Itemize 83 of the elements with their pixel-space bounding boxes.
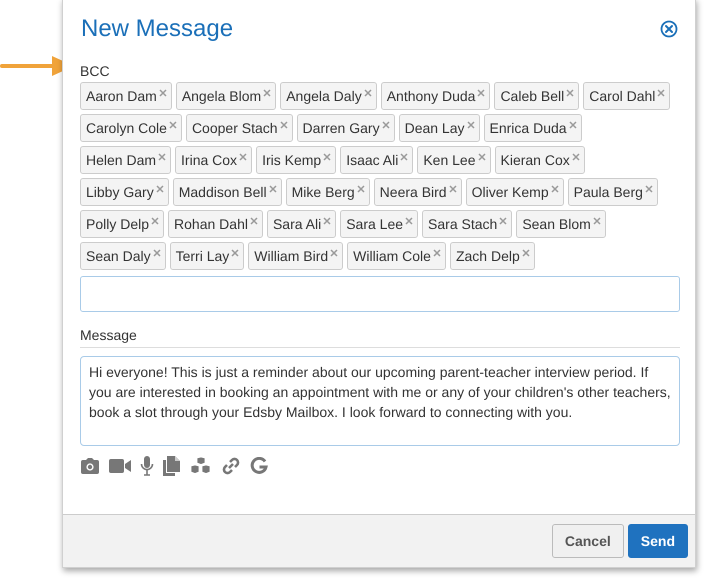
cubes-icon[interactable] — [190, 457, 212, 475]
remove-icon[interactable] — [522, 249, 530, 257]
remove-icon[interactable] — [432, 249, 441, 257]
remove-icon[interactable] — [158, 153, 166, 161]
close-icon[interactable] — [660, 20, 678, 38]
remove-icon[interactable] — [231, 249, 240, 257]
remove-icon[interactable] — [550, 185, 559, 193]
remove-icon[interactable] — [572, 153, 580, 161]
recipient-name: Zach Delp — [456, 248, 520, 264]
remove-icon[interactable] — [364, 89, 372, 97]
remove-icon[interactable] — [400, 153, 408, 161]
remove-icon[interactable] — [477, 89, 486, 97]
remove-icon[interactable] — [356, 185, 365, 193]
recipient-name: Isaac Ali — [346, 152, 398, 168]
remove-icon[interactable] — [239, 153, 248, 161]
recipient-name: Cooper Stach — [192, 120, 278, 136]
remove-icon[interactable] — [158, 89, 167, 97]
recipient-name: Oliver Kemp — [472, 184, 549, 200]
remove-icon[interactable] — [499, 217, 508, 225]
recipient-name: Ken Lee — [423, 152, 476, 168]
documents-icon[interactable] — [163, 456, 181, 476]
link-icon[interactable] — [221, 456, 241, 476]
remove-icon[interactable] — [657, 89, 666, 97]
remove-icon[interactable] — [405, 217, 414, 225]
cancel-button[interactable]: Cancel — [552, 524, 624, 558]
recipient-name: Darren Gary — [302, 120, 380, 136]
remove-icon[interactable] — [478, 153, 486, 161]
recipient-name: Neera Bird — [380, 184, 447, 200]
recipient-name: Rohan Dahl — [174, 216, 248, 232]
remove-icon[interactable] — [168, 121, 177, 129]
dialog-title: New Message — [81, 15, 234, 43]
remove-icon[interactable] — [323, 153, 332, 161]
remove-icon[interactable] — [156, 185, 164, 193]
recipient-name: Kieran Cox — [500, 152, 570, 168]
remove-icon[interactable] — [466, 121, 475, 129]
recipient-name: William Cole — [353, 248, 431, 264]
remove-icon[interactable] — [592, 217, 601, 225]
recipient-name: Maddison Bell — [178, 184, 267, 200]
recipient-name: Irina Cox — [181, 152, 238, 168]
recipient-name: Angela Blom — [182, 88, 262, 104]
recipient-name: Sara Lee — [346, 216, 404, 232]
remove-icon[interactable] — [323, 217, 332, 225]
remove-icon[interactable] — [566, 89, 574, 97]
remove-icon[interactable] — [263, 89, 272, 97]
microphone-icon[interactable] — [140, 456, 154, 476]
recipient-name: William Bird — [254, 248, 328, 264]
recipient-name: Sean Daly — [86, 248, 151, 264]
recipient-name: Aaron Dam — [86, 88, 157, 104]
remove-icon[interactable] — [448, 185, 457, 193]
recipient-name: Sean Blom — [522, 216, 591, 232]
recipient-input-field[interactable] — [80, 276, 680, 312]
remove-icon[interactable] — [151, 217, 160, 225]
recipient-name: Enrica Duda — [490, 120, 567, 136]
recipient-name: Paula Berg — [574, 184, 643, 200]
bcc-label: BCC — [80, 63, 111, 79]
remove-icon[interactable] — [568, 121, 577, 129]
remove-icon[interactable] — [382, 121, 390, 129]
remove-icon[interactable] — [152, 249, 161, 257]
recipient-name: Caleb Bell — [500, 88, 564, 104]
remove-icon[interactable] — [280, 121, 288, 129]
camera-icon[interactable] — [80, 457, 100, 475]
remove-icon[interactable] — [268, 185, 277, 193]
remove-icon[interactable] — [250, 217, 258, 225]
g-logo-icon[interactable] — [250, 457, 268, 475]
recipient-name: Carolyn Cole — [86, 120, 167, 136]
recipient-name: Polly Delp — [86, 216, 150, 232]
send-button[interactable]: Send — [628, 524, 688, 558]
recipient-name: Sara Ali — [272, 216, 322, 232]
recipient-name: Dean Lay — [404, 120, 465, 136]
recipient-name: Sara Stach — [428, 216, 498, 232]
recipient-name: Mike Berg — [292, 184, 355, 200]
video-camera-icon[interactable] — [109, 458, 131, 474]
recipient-name: Terri Lay — [176, 248, 230, 264]
remove-icon[interactable] — [330, 249, 338, 257]
recipient-name: Anthony Duda — [386, 88, 476, 104]
message-label: Message — [80, 327, 137, 343]
recipient-name: Iris Kemp — [262, 152, 322, 168]
recipient-name: Angela Daly — [286, 88, 362, 104]
recipient-name: Libby Gary — [86, 184, 154, 200]
recipient-name: Carol Dahl — [589, 88, 656, 104]
message-field[interactable]: Hi everyone! This is just a reminder about our upcoming parent-teacher interview period. If you are interested in booking an appointment with me or any of your children's other teachers, book a slot through your Edsby Mailbox. I look forward to connecting with you. — [80, 356, 680, 446]
remove-icon[interactable] — [644, 185, 653, 193]
recipient-name: Helen Dam — [86, 152, 156, 168]
